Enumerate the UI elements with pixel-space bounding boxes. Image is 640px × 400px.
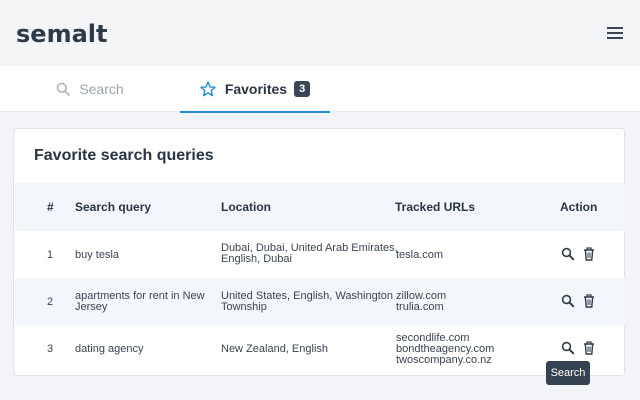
row-number: 2 bbox=[47, 296, 54, 308]
row-number: 1 bbox=[47, 249, 54, 261]
row-location: United States, English, Washington Towns… bbox=[221, 291, 393, 313]
row-number: 3 bbox=[47, 343, 54, 355]
favorites-card: Favorite search queries # Search query L… bbox=[13, 128, 625, 376]
tab-search[interactable]: Search bbox=[0, 66, 180, 112]
row-location: Dubai, Dubai, United Arab Emirates, Engl… bbox=[221, 243, 398, 265]
table-row: 3 dating agency New Zealand, English sec… bbox=[15, 325, 625, 372]
row-search-query: dating agency bbox=[75, 344, 144, 355]
semalt-logo[interactable]: semalt bbox=[16, 20, 107, 48]
search-icon bbox=[56, 82, 71, 96]
star-icon bbox=[200, 81, 216, 97]
row-tracked-urls: tesla.com bbox=[396, 250, 443, 261]
row-tracked-urls: secondlife.com bondtheagency.com twoscom… bbox=[396, 333, 494, 366]
location-line: English, Dubai bbox=[221, 253, 292, 265]
table-row: 2 apartments for rent in New Jersey Unit… bbox=[15, 278, 625, 325]
tab-favorites-label: Favorites bbox=[224, 81, 288, 97]
search-icon bbox=[561, 294, 575, 308]
table-header: # Search query Location Tracked URLs Act… bbox=[15, 183, 625, 231]
query-line: dating agency bbox=[75, 343, 144, 355]
query-line: buy tesla bbox=[75, 249, 120, 261]
delete-favorite-button[interactable] bbox=[582, 341, 596, 355]
delete-favorite-button[interactable] bbox=[582, 294, 596, 308]
search-query-button[interactable] bbox=[561, 247, 575, 261]
header-action: Action bbox=[560, 200, 598, 214]
row-location: New Zealand, English bbox=[221, 344, 328, 355]
search-icon bbox=[561, 247, 575, 261]
search-tooltip: Search bbox=[546, 361, 590, 385]
location-line: Township bbox=[221, 301, 267, 313]
tab-favorites[interactable]: Favorites 3 bbox=[180, 66, 330, 113]
header-location: Location bbox=[221, 200, 271, 214]
tab-bar: Search Favorites 3 bbox=[0, 66, 640, 113]
top-bar: semalt bbox=[0, 0, 640, 66]
header-number: # bbox=[47, 200, 54, 214]
search-icon bbox=[561, 341, 575, 355]
header-search-query: Search query bbox=[75, 200, 152, 214]
trash-icon bbox=[584, 247, 594, 261]
location-line: New Zealand, English bbox=[221, 343, 329, 355]
row-search-query: buy tesla bbox=[75, 250, 119, 261]
search-query-button[interactable] bbox=[561, 341, 575, 355]
card-title: Favorite search queries bbox=[34, 147, 214, 164]
trash-icon bbox=[584, 294, 594, 308]
query-line: Jersey bbox=[75, 301, 108, 313]
favorites-count-badge: 3 bbox=[294, 81, 311, 97]
tab-search-label: Search bbox=[79, 81, 124, 97]
search-query-button[interactable] bbox=[561, 294, 575, 308]
active-tab-indicator bbox=[180, 111, 330, 113]
delete-favorite-button[interactable] bbox=[582, 247, 596, 261]
tracked-url: twoscompany.co.nz bbox=[396, 354, 492, 366]
trash-icon bbox=[584, 341, 594, 355]
tracked-url: tesla.com bbox=[396, 249, 444, 261]
row-tracked-urls: zillow.com trulia.com bbox=[396, 291, 446, 313]
tracked-url: trulia.com bbox=[396, 301, 444, 313]
header-tracked-urls: Tracked URLs bbox=[395, 200, 476, 214]
table-row: 1 buy tesla Dubai, Dubai, United Arab Em… bbox=[15, 231, 625, 278]
hamburger-menu-icon[interactable] bbox=[607, 27, 623, 40]
row-search-query: apartments for rent in New Jersey bbox=[75, 291, 205, 313]
